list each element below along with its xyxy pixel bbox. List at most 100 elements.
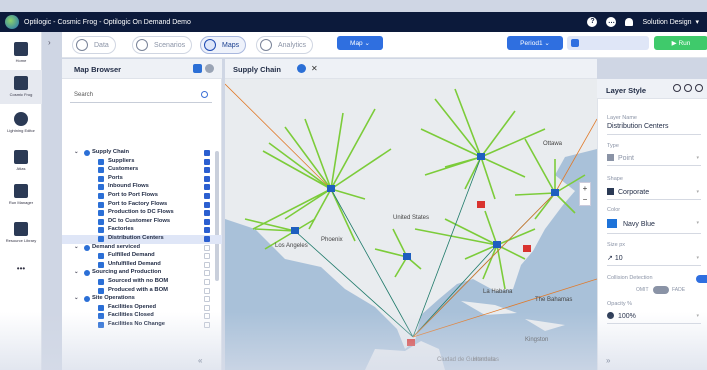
- layer-visibility-checkbox[interactable]: [204, 227, 210, 234]
- collision-detection-toggle[interactable]: [696, 275, 707, 283]
- tree-layer-row[interactable]: Facilities Closed: [62, 312, 222, 321]
- layer-visibility-checkbox[interactable]: [204, 192, 210, 199]
- map-select-button[interactable]: Map ⌄: [337, 36, 383, 50]
- tree-layer-row[interactable]: Customers: [62, 166, 222, 175]
- settings-icon[interactable]: [205, 64, 214, 73]
- collapse-panel-icon[interactable]: «: [198, 356, 202, 365]
- opacity-select[interactable]: 100% ▾: [607, 312, 701, 324]
- tree-layer-row[interactable]: Suppliers: [62, 158, 222, 167]
- map-tab-label[interactable]: Supply Chain: [233, 65, 281, 74]
- tree-layer-row[interactable]: Ports: [62, 175, 222, 184]
- map-settings-icon[interactable]: [297, 64, 306, 73]
- layer-visibility-checkbox[interactable]: [204, 304, 210, 311]
- layer-visibility-checkbox[interactable]: [204, 175, 210, 182]
- rail-item-resource-library[interactable]: Resource Library: [0, 222, 42, 243]
- palette-icon[interactable]: [673, 84, 681, 92]
- shape-select[interactable]: Corporate ▾: [607, 188, 701, 200]
- type-select[interactable]: Point ▾: [607, 154, 701, 166]
- expand-rail-icon[interactable]: ›: [48, 38, 51, 47]
- search-icon[interactable]: [201, 91, 208, 98]
- factory-marker[interactable]: [407, 339, 415, 346]
- layer-visibility-checkbox[interactable]: [204, 253, 210, 260]
- chevron-down-icon[interactable]: ⌄: [74, 244, 79, 250]
- map-canvas[interactable]: Ottawa United States Los Angeles Phoenix…: [225, 79, 597, 370]
- tree-group-row[interactable]: ⌄ Demand serviced: [62, 244, 222, 253]
- tree-layer-row[interactable]: Fulfilled Demand: [62, 252, 222, 261]
- tree-layer-row[interactable]: Facilities No Change: [62, 321, 222, 330]
- rail-item-atlas[interactable]: Atlas: [0, 150, 42, 171]
- color-select[interactable]: Navy Blue ▾: [607, 219, 701, 234]
- layer-visibility-checkbox[interactable]: [204, 278, 210, 285]
- scenario-select[interactable]: [567, 36, 649, 50]
- filter-icon[interactable]: [684, 84, 692, 92]
- factory-marker[interactable]: [523, 245, 531, 252]
- period-select[interactable]: Period1 ⌄: [507, 36, 563, 50]
- layer-visibility-checkbox[interactable]: [204, 235, 210, 242]
- chevron-down-icon[interactable]: ⌄: [74, 149, 79, 155]
- layer-visibility-checkbox[interactable]: [204, 244, 210, 251]
- dc-marker[interactable]: [327, 185, 335, 192]
- tree-layer-row[interactable]: Production to DC Flows: [62, 209, 222, 218]
- expand-panel-icon[interactable]: »: [606, 356, 610, 365]
- tab-analytics[interactable]: Analytics: [256, 36, 314, 54]
- dc-marker[interactable]: [291, 227, 299, 234]
- search-input[interactable]: Search: [70, 87, 212, 103]
- tree-group-row[interactable]: ⌄ Sourcing and Production: [62, 269, 222, 278]
- rail-item-home[interactable]: Home: [0, 42, 42, 63]
- tree-layer-row[interactable]: DC to Customer Flows: [62, 218, 222, 227]
- zoom-out-button[interactable]: −: [580, 194, 590, 205]
- size-input[interactable]: ↗ 10 ▾: [607, 254, 701, 266]
- tree-group-row[interactable]: ⌄ Site Operations: [62, 295, 222, 304]
- help-icon[interactable]: ?: [587, 17, 598, 27]
- tab-scenarios[interactable]: Scenarios: [132, 36, 193, 54]
- layer-visibility-checkbox[interactable]: [204, 201, 210, 208]
- tab-maps[interactable]: Maps: [200, 36, 247, 54]
- chevron-down-icon[interactable]: ⌄: [74, 295, 79, 301]
- layer-visibility-checkbox[interactable]: [204, 287, 210, 294]
- shape-value: Corporate: [618, 189, 650, 196]
- factory-marker[interactable]: [477, 201, 485, 208]
- dc-marker[interactable]: [403, 253, 411, 260]
- tree-layer-row[interactable]: Port to Factory Flows: [62, 201, 222, 210]
- bell-icon[interactable]: [625, 18, 634, 26]
- label-icon[interactable]: [695, 84, 703, 92]
- layer-visibility-checkbox[interactable]: [204, 158, 210, 165]
- camera-icon[interactable]: [193, 64, 202, 73]
- tree-layer-row[interactable]: Produced with a BOM: [62, 287, 222, 296]
- close-icon[interactable]: ✕: [311, 64, 318, 73]
- layer-visibility-checkbox[interactable]: [204, 150, 210, 156]
- tree-group-row[interactable]: ⌄ Supply Chain: [62, 149, 222, 158]
- tree-layer-row[interactable]: Distribution Centers: [62, 234, 222, 244]
- layer-visibility-checkbox[interactable]: [204, 210, 210, 217]
- dc-marker[interactable]: [551, 189, 559, 196]
- chevron-down-icon[interactable]: ⌄: [74, 269, 79, 275]
- layer-visibility-checkbox[interactable]: [204, 313, 210, 320]
- dc-marker[interactable]: [493, 241, 501, 248]
- run-button[interactable]: ▶ Run: [654, 36, 707, 50]
- layer-visibility-checkbox[interactable]: [204, 296, 210, 303]
- layer-name-field[interactable]: Distribution Centers: [607, 123, 701, 135]
- optilogic-logo[interactable]: [5, 15, 19, 29]
- layer-visibility-checkbox[interactable]: [204, 167, 210, 174]
- tree-layer-row[interactable]: Inbound Flows: [62, 183, 222, 192]
- layer-visibility-checkbox[interactable]: [204, 261, 210, 268]
- omit-fade-toggle[interactable]: [653, 286, 669, 294]
- rail-item-lightning-editor[interactable]: Lightning Editor: [0, 112, 42, 133]
- tree-layer-row[interactable]: Unfulfilled Demand: [62, 261, 222, 270]
- chat-icon[interactable]: …: [606, 17, 617, 27]
- tree-layer-row[interactable]: Facilities Opened: [62, 304, 222, 313]
- rail-item-cosmic-frog[interactable]: Cosmic Frog: [0, 70, 42, 104]
- layer-visibility-checkbox[interactable]: [204, 270, 210, 277]
- layer-visibility-checkbox[interactable]: [204, 184, 210, 191]
- tree-layer-row[interactable]: Sourced with no BOM: [62, 278, 222, 287]
- dc-marker[interactable]: [477, 153, 485, 160]
- rail-item-run-manager[interactable]: Run Manager: [0, 184, 42, 205]
- zoom-in-button[interactable]: +: [580, 183, 590, 194]
- tree-layer-row[interactable]: Port to Port Flows: [62, 192, 222, 201]
- tab-data[interactable]: Data: [72, 36, 116, 54]
- rail-more-button[interactable]: •••: [0, 264, 42, 273]
- user-menu[interactable]: Solution Design ▾: [642, 18, 699, 27]
- tree-layer-row[interactable]: Factories: [62, 226, 222, 235]
- layer-visibility-checkbox[interactable]: [204, 321, 210, 328]
- layer-visibility-checkbox[interactable]: [204, 218, 210, 225]
